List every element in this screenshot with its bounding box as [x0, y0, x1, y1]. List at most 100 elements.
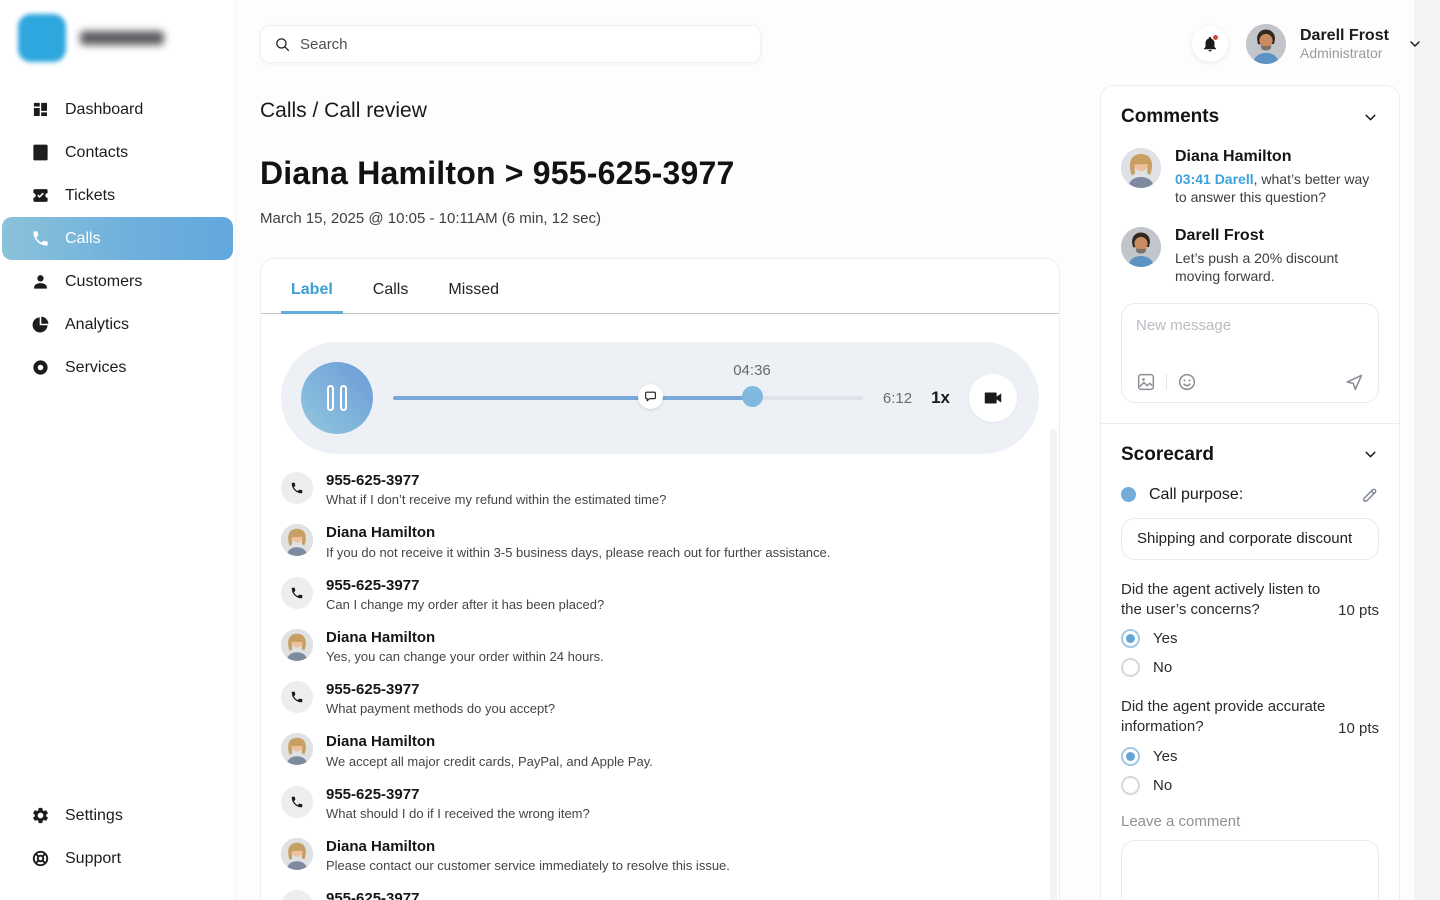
video-button[interactable] [969, 374, 1017, 422]
lifebuoy-icon [31, 849, 50, 868]
dashboard-icon [31, 100, 50, 119]
call-purpose-select[interactable]: Shipping and corporate discount [1121, 518, 1379, 560]
player-current-time: 04:36 [733, 362, 771, 379]
radio-selected-icon[interactable] [1121, 747, 1140, 766]
audio-player: 04:36 6:12 1x [281, 342, 1039, 454]
transcript-text: Can I change my order after it has been … [326, 597, 604, 612]
question-points: 10 pts [1338, 602, 1379, 619]
commenter-name: Darell Frost [1175, 227, 1379, 245]
sidebar-item-customers[interactable]: Customers [0, 260, 235, 303]
timestamp-mention-link[interactable]: 03:41 Darell [1175, 171, 1254, 187]
search-icon [274, 36, 291, 53]
transcript-row[interactable]: 955-625-3977 What if I don’t receive my … [281, 472, 1039, 507]
transcript-row[interactable]: Diana Hamilton We accept all major credi… [281, 733, 1039, 768]
commenter-avatar [1121, 148, 1161, 188]
search-input[interactable] [300, 36, 747, 53]
sidebar-item-contacts[interactable]: Contacts [0, 131, 235, 174]
agent-avatar [281, 733, 313, 765]
user-menu[interactable]: Darell Frost Administrator [1246, 24, 1423, 64]
agent-avatar [281, 838, 313, 870]
player-total-time: 6:12 [883, 390, 912, 407]
transcript-row[interactable]: Diana Hamilton If you do not receive it … [281, 524, 1039, 559]
transcript-scrollbar[interactable] [1050, 429, 1057, 900]
radio-option-no[interactable]: No [1121, 776, 1379, 795]
scorecard-question-block: Did the agent actively listen to the use… [1121, 580, 1379, 678]
comment-item: Darell Frost Let’s push a 20% discount m… [1121, 227, 1379, 286]
customers-icon [31, 272, 50, 291]
transcript-speaker: 955-625-3977 [326, 472, 666, 489]
sidebar: Dashboard Contacts Tickets Calls Custome… [0, 0, 236, 900]
bubble-icon [644, 390, 657, 403]
sidebar-item-label: Customers [65, 273, 142, 291]
transcript-row[interactable]: 955-625-3977 What should I do if I recei… [281, 786, 1039, 821]
transcript-row[interactable]: 955-625-3977 Can I change my order after… [281, 577, 1039, 612]
scorecard-header: Scorecard [1121, 444, 1379, 466]
chevron-down-icon[interactable] [1362, 109, 1379, 126]
radio-unselected-icon[interactable] [1121, 776, 1140, 795]
edit-pencil-icon[interactable] [1361, 486, 1379, 504]
chevron-down-icon[interactable] [1362, 446, 1379, 463]
tab-missed[interactable]: Missed [438, 277, 509, 314]
tab-calls[interactable]: Calls [363, 277, 419, 314]
chevron-down-icon [1407, 36, 1423, 52]
tab-label[interactable]: Label [281, 277, 343, 314]
sidebar-item-services[interactable]: Services [0, 346, 235, 389]
analytics-icon [31, 315, 50, 334]
transcript-text: Yes, you can change your order within 24… [326, 649, 604, 664]
question-row: Did the agent provide accurate informati… [1121, 697, 1379, 737]
sidebar-footer: Settings Support [0, 794, 235, 880]
seek-bar[interactable]: 04:36 [393, 370, 863, 426]
sidebar-item-support[interactable]: Support [0, 837, 235, 880]
radio-unselected-icon[interactable] [1121, 658, 1140, 677]
page-scrollbar-gutter[interactable] [1414, 0, 1440, 900]
sidebar-item-label: Dashboard [65, 101, 143, 119]
transcript-row[interactable]: 955-625-3977 What payment methods do you… [281, 681, 1039, 716]
question-text: Did the agent provide accurate informati… [1121, 697, 1330, 737]
call-purpose-row: Call purpose: [1121, 486, 1379, 504]
company-logo [18, 14, 164, 62]
transcript-row[interactable]: Diana Hamilton Yes, you can change your … [281, 629, 1039, 664]
radio-label: No [1153, 777, 1172, 794]
transcript-row[interactable]: Diana Hamilton Please contact our custom… [281, 838, 1039, 873]
sidebar-item-label: Settings [65, 807, 123, 825]
tab-bar: Label Calls Missed [261, 259, 1059, 314]
transcript-text: Please contact our customer service imme… [326, 858, 730, 873]
player-thumb[interactable] [742, 386, 763, 407]
sidebar-item-dashboard[interactable]: Dashboard [0, 88, 235, 131]
sidebar-item-label: Services [65, 359, 126, 377]
scorecard-comment-input[interactable] [1121, 840, 1379, 900]
transcript-row[interactable]: 955-625-3977 Is there a warranty on the … [281, 890, 1039, 900]
radio-selected-icon[interactable] [1121, 629, 1140, 648]
comment-marker[interactable] [638, 384, 663, 409]
app-window: Dashboard Contacts Tickets Calls Custome… [0, 0, 1440, 900]
breadcrumb: Calls / Call review [260, 99, 427, 123]
new-message-box[interactable]: New message [1121, 303, 1379, 403]
scorecard-question-block: Did the agent provide accurate informati… [1121, 697, 1379, 795]
sidebar-item-settings[interactable]: Settings [0, 794, 235, 837]
sidebar-item-calls[interactable]: Calls [2, 217, 233, 260]
video-camera-icon [982, 387, 1004, 409]
pause-button[interactable] [301, 362, 373, 434]
emoji-icon[interactable] [1177, 372, 1197, 392]
sidebar-item-label: Tickets [65, 187, 115, 205]
attach-image-icon[interactable] [1136, 372, 1156, 392]
sidebar-item-tickets[interactable]: Tickets [0, 174, 235, 217]
radio-option-yes[interactable]: Yes [1121, 629, 1379, 648]
comment-item: Diana Hamilton 03:41 Darell, what’s bett… [1121, 148, 1379, 207]
user-role: Administrator [1300, 45, 1389, 61]
send-icon[interactable] [1344, 372, 1364, 392]
phone-avatar [281, 890, 313, 900]
playback-speed-button[interactable]: 1x [931, 388, 950, 408]
comment-text: 03:41 Darell, what’s better way to answe… [1175, 170, 1379, 207]
pause-icon [340, 385, 347, 411]
seek-track[interactable] [393, 396, 863, 400]
notifications-button[interactable] [1192, 26, 1228, 62]
sidebar-nav: Dashboard Contacts Tickets Calls Custome… [0, 88, 235, 389]
radio-option-yes[interactable]: Yes [1121, 747, 1379, 766]
call-purpose-label: Call purpose: [1149, 486, 1348, 504]
radio-label: Yes [1153, 748, 1177, 765]
sidebar-item-analytics[interactable]: Analytics [0, 303, 235, 346]
question-points: 10 pts [1338, 720, 1379, 737]
pause-icon [327, 385, 334, 411]
radio-option-no[interactable]: No [1121, 658, 1379, 677]
